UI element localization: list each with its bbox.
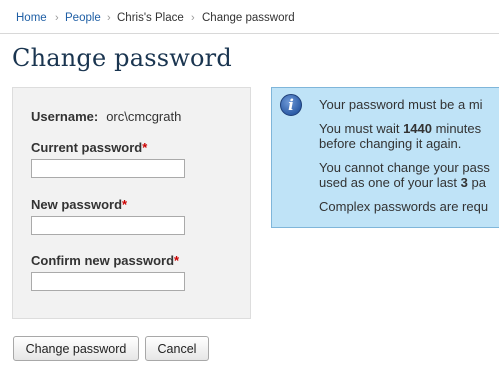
breadcrumb: Home › People › Chris's Place › Change p… bbox=[0, 9, 499, 34]
policy-line-min-length: Your password must be a mi bbox=[319, 97, 483, 112]
username-label: Username: bbox=[31, 109, 99, 124]
confirm-password-label-row: Confirm new password* bbox=[31, 253, 179, 268]
wait-minutes-value: 1440 bbox=[403, 121, 432, 136]
new-password-label-row: New password* bbox=[31, 197, 127, 212]
policy-line-before-changing: before changing it again. bbox=[319, 136, 462, 151]
breadcrumb-separator-icon: › bbox=[55, 12, 59, 24]
page-title: Change password bbox=[12, 44, 232, 72]
policy-line-wait: You must wait 1440 minutes bbox=[319, 121, 481, 137]
password-form-panel: Username: orc\cmcgrath Current password* … bbox=[12, 87, 251, 319]
required-marker: * bbox=[174, 253, 180, 268]
breadcrumb-chris-place: Chris's Place bbox=[117, 12, 184, 24]
breadcrumb-home-link[interactable]: Home bbox=[16, 12, 47, 24]
wait-prefix: You must wait bbox=[319, 121, 404, 136]
required-marker: * bbox=[122, 197, 128, 212]
current-password-input[interactable] bbox=[31, 159, 185, 178]
info-icon: i bbox=[280, 94, 302, 116]
confirm-password-label: Confirm new password bbox=[31, 253, 175, 268]
history-count-value: 3 bbox=[460, 175, 468, 190]
policy-line-history: You cannot change your pass bbox=[319, 160, 490, 175]
password-policy-info-box: i Your password must be a mi You must wa… bbox=[271, 87, 499, 228]
breadcrumb-separator-icon: › bbox=[107, 12, 111, 24]
required-marker: * bbox=[142, 140, 148, 155]
history-suffix: pa bbox=[467, 175, 486, 190]
current-password-label-row: Current password* bbox=[31, 140, 147, 155]
policy-line-complex: Complex passwords are requ bbox=[319, 199, 489, 214]
change-password-button[interactable]: Change password bbox=[13, 336, 139, 361]
breadcrumb-people-link[interactable]: People bbox=[65, 12, 101, 24]
new-password-label: New password bbox=[31, 197, 123, 212]
breadcrumb-change-password: Change password bbox=[202, 12, 295, 24]
current-password-label: Current password bbox=[31, 140, 143, 155]
cancel-button[interactable]: Cancel bbox=[145, 336, 209, 361]
new-password-input[interactable] bbox=[31, 216, 185, 235]
breadcrumb-separator-icon: › bbox=[191, 12, 195, 24]
history-prefix: used as one of your last bbox=[319, 175, 461, 190]
username-value: orc\cmcgrath bbox=[106, 109, 182, 124]
wait-suffix: minutes bbox=[431, 121, 482, 136]
confirm-password-input[interactable] bbox=[31, 272, 185, 291]
username-row: Username: orc\cmcgrath bbox=[31, 109, 181, 124]
policy-line-last-passwords: used as one of your last 3 pa bbox=[319, 175, 486, 191]
